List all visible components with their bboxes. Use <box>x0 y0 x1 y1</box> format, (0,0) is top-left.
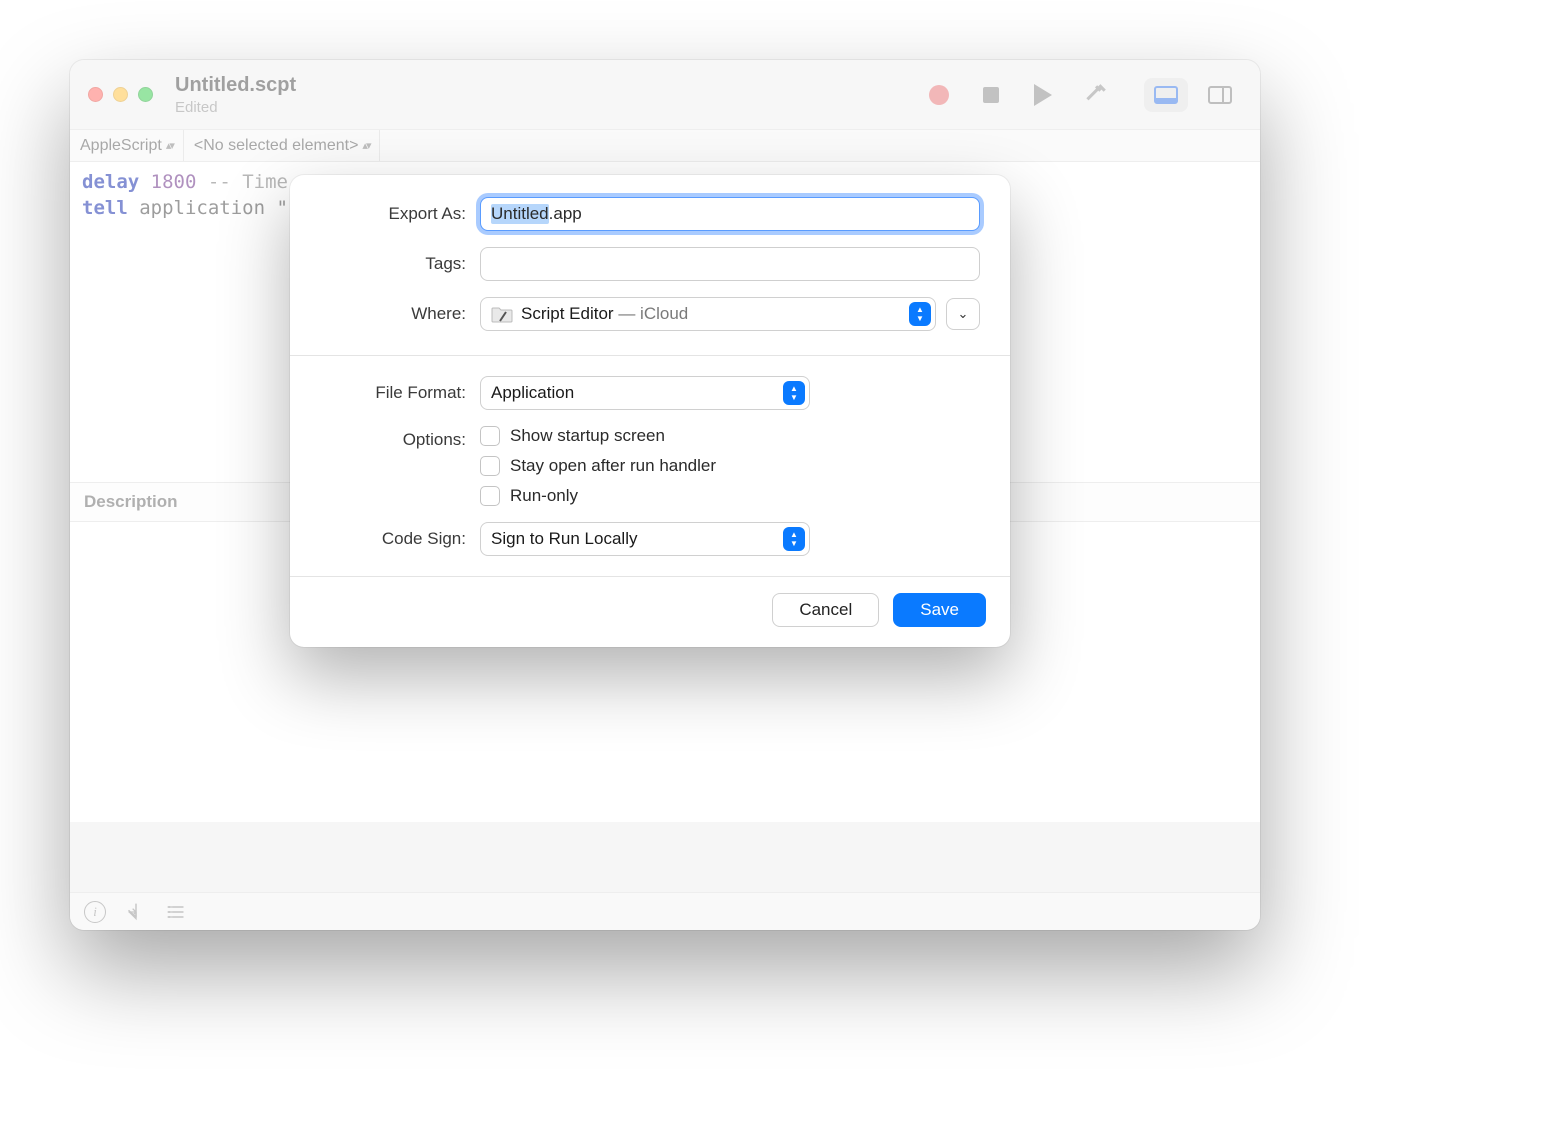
code-sign-value: Sign to Run Locally <box>491 529 637 549</box>
element-selector[interactable]: <No selected element> ▴▾ <box>184 130 381 161</box>
close-window-button[interactable] <box>88 87 103 102</box>
window-controls <box>88 87 153 102</box>
code-comment: -- Time <box>208 171 288 193</box>
code-number: 1800 <box>151 171 197 193</box>
location-disclosure-button[interactable]: ⌄ <box>946 298 980 330</box>
compile-button[interactable] <box>1082 82 1108 108</box>
info-icon: i <box>93 904 97 920</box>
panel-icon <box>1154 86 1178 104</box>
file-format-popup[interactable]: Application ▲▼ <box>480 376 810 410</box>
filename-selected-text: Untitled <box>491 204 549 224</box>
log-button[interactable] <box>166 902 186 922</box>
record-button[interactable] <box>926 82 952 108</box>
stop-icon <box>983 87 999 103</box>
cancel-label: Cancel <box>799 600 852 620</box>
cancel-button[interactable]: Cancel <box>772 593 879 627</box>
export-sheet: Export As: Untitled.app Tags: Where: <box>290 175 1010 647</box>
save-button[interactable]: Save <box>893 593 986 627</box>
window-title: Untitled.scpt <box>175 73 296 97</box>
where-cloud: iCloud <box>640 304 688 323</box>
sidebar-icon <box>1208 86 1232 104</box>
script-folder-icon <box>491 304 513 324</box>
options-label: Options: <box>320 426 480 450</box>
stop-button[interactable] <box>978 82 1004 108</box>
file-format-label: File Format: <box>320 383 480 403</box>
info-button[interactable]: i <box>84 901 106 923</box>
chevron-updown-icon: ▲▼ <box>783 381 805 405</box>
tags-label: Tags: <box>320 254 480 274</box>
language-label: AppleScript <box>80 137 162 155</box>
result-button[interactable] <box>126 902 146 922</box>
status-bar: i <box>70 892 1260 930</box>
description-label: Description <box>84 492 178 512</box>
code-text: application " <box>128 197 288 219</box>
minimize-window-button[interactable] <box>113 87 128 102</box>
record-icon <box>929 85 949 105</box>
code-sign-popup[interactable]: Sign to Run Locally ▲▼ <box>480 522 810 556</box>
chevron-updown-icon: ▴▾ <box>362 139 369 152</box>
view-mode-split-button[interactable] <box>1198 78 1242 112</box>
where-separator: — <box>614 304 640 323</box>
export-as-label: Export As: <box>320 204 480 224</box>
language-selector[interactable]: AppleScript ▴▾ <box>70 130 184 161</box>
run-only-label: Run-only <box>510 486 578 506</box>
zoom-window-button[interactable] <box>138 87 153 102</box>
where-popup[interactable]: Script Editor — iCloud ▲▼ <box>480 297 936 331</box>
chevron-down-icon: ⌄ <box>958 306 969 322</box>
where-label: Where: <box>320 304 480 324</box>
titlebar: Untitled.scpt Edited <box>70 60 1260 130</box>
code-sign-label: Code Sign: <box>320 529 480 549</box>
stay-open-label: Stay open after run handler <box>510 456 716 476</box>
run-button[interactable] <box>1030 82 1056 108</box>
export-filename-input[interactable]: Untitled.app <box>480 197 980 231</box>
tags-input[interactable] <box>480 247 980 281</box>
chevron-updown-icon: ▴▾ <box>166 139 173 152</box>
element-label: <No selected element> <box>194 137 359 155</box>
code-keyword: tell <box>82 197 128 219</box>
save-label: Save <box>920 600 959 620</box>
stay-open-checkbox[interactable] <box>480 456 500 476</box>
window-subtitle: Edited <box>175 99 296 117</box>
show-startup-screen-label: Show startup screen <box>510 426 665 446</box>
chevron-updown-icon: ▲▼ <box>909 302 931 326</box>
run-only-checkbox[interactable] <box>480 486 500 506</box>
navigation-bar: AppleScript ▴▾ <No selected element> ▴▾ <box>70 130 1260 162</box>
hammer-icon <box>1082 82 1108 108</box>
show-startup-screen-checkbox[interactable] <box>480 426 500 446</box>
code-keyword: delay <box>82 171 139 193</box>
file-format-value: Application <box>491 383 574 403</box>
play-icon <box>1034 84 1052 106</box>
chevron-updown-icon: ▲▼ <box>783 527 805 551</box>
where-folder-name: Script Editor <box>521 304 614 323</box>
view-mode-editor-button[interactable] <box>1144 78 1188 112</box>
filename-suffix: .app <box>549 204 582 224</box>
